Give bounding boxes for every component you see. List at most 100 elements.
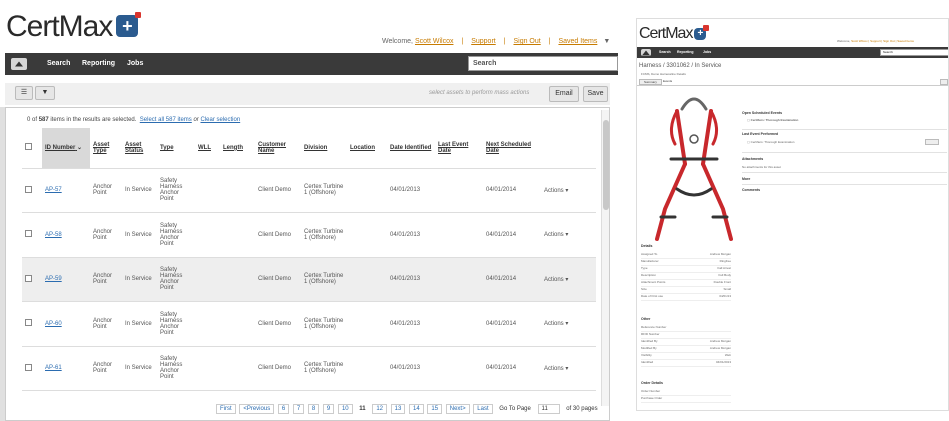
asset-type-cell: Anchor Point [90,212,122,258]
pager-page[interactable]: 7 [292,404,305,414]
home-icon[interactable] [11,58,27,70]
select-all-checkbox[interactable] [25,143,32,151]
filter-button[interactable]: ▼ [35,86,55,100]
goto-page-input[interactable]: 11 [537,404,560,414]
search-input[interactable]: Search [468,56,618,71]
asset-type-cell: Anchor Point [90,301,122,347]
pager-prev[interactable]: <Previous [239,404,275,414]
col-asset-status[interactable]: Asset Status [122,128,157,169]
actions-dropdown[interactable]: Actions ▾ [541,346,596,391]
caret-down-icon: ▾ [565,365,569,372]
support-link[interactable]: Support [471,38,496,45]
col-id-number[interactable]: ID Number ⌄ [42,128,90,169]
col-last-event-date[interactable]: Last Event Date [435,128,483,169]
clear-selection-link[interactable]: Clear selection [200,117,240,123]
user-name-link[interactable]: Scott Wilcox [415,38,454,45]
grid-view-button[interactable]: ☰ [15,86,33,100]
row-checkbox[interactable] [25,274,32,282]
asset-status-cell: In Service [122,346,157,391]
next-scheduled-cell: 04/01/2014 [483,212,541,258]
col-asset-type[interactable]: Asset Type [90,128,122,169]
row-checkbox[interactable] [25,185,32,193]
pager-last[interactable]: Last [473,404,493,414]
table-row: AP-59 Anchor Point In Service Safety Har… [22,257,596,302]
nav-search[interactable]: Search [659,50,671,54]
scheduled-event-item[interactable]: ▢ Certifiers: Thorough Examination [747,118,798,122]
pager-page[interactable]: 8 [307,404,320,414]
actions-dropdown[interactable]: Actions ▾ [541,301,596,347]
division-cell: Certex Turbine 1 (Offshore) [301,168,347,213]
pager-first[interactable]: First [216,404,236,414]
pager-next[interactable]: Next> [445,404,470,414]
col-division[interactable]: Division [301,128,347,169]
scrollbar-thumb[interactable] [603,120,609,210]
col-wll[interactable]: WLL [195,128,220,169]
tab-events[interactable]: Events [659,79,676,83]
pager-page[interactable]: 13 [390,404,406,414]
asset-id-link[interactable]: AP-58 [45,232,62,238]
asset-id-link[interactable]: AP-57 [45,187,62,193]
col-type[interactable]: Type [157,128,195,169]
results-scrollbar[interactable] [601,110,609,406]
results-toolbar: ☰ ▼ select assets to perform mass action… [5,83,610,105]
pager-page[interactable]: 10 [337,404,353,414]
logo-plus-icon: + [694,25,710,40]
grid-icon: ☰ [20,89,28,96]
col-location[interactable]: Location [347,128,387,169]
col-date-identified[interactable]: Date Identified [387,128,435,169]
search-input[interactable]: Search [880,49,948,56]
saved-items-link[interactable]: Saved Items [558,38,597,45]
nav-jobs[interactable]: Jobs [127,60,143,67]
asset-id-link[interactable]: AP-59 [45,276,62,282]
caret-down-icon: ▾ [565,321,569,328]
detail-row: Description Full Body [641,273,731,280]
length-cell [220,212,255,258]
col-next-scheduled-date[interactable]: Next Scheduled Date [483,128,541,169]
main-nav: Search Reporting Jobs Search [637,47,948,58]
asset-type-cell: Anchor Point [90,346,122,391]
select-all-link[interactable]: Select all 587 items [140,117,192,123]
nav-search[interactable]: Search [47,60,70,67]
other-list: Reference Number RFID Number Identified … [641,325,731,367]
nav-jobs[interactable]: Jobs [703,50,711,54]
type-cell: Safety Harness Anchor Point [157,301,195,347]
nav-reporting[interactable]: Reporting [677,50,694,54]
table-row: AP-61 Anchor Point In Service Safety Har… [22,346,596,391]
asset-id-link[interactable]: AP-61 [45,365,62,371]
type-cell: Safety Harness Anchor Point [157,212,195,258]
actions-dropdown[interactable]: Actions ▾ [541,257,596,302]
pager-page[interactable]: 9 [322,404,335,414]
col-customer-name[interactable]: Customer Name [255,128,301,169]
email-button[interactable]: Email [549,86,579,102]
edit-button[interactable] [940,79,948,85]
main-nav: Search Reporting Jobs Search [5,53,618,75]
welcome-text: Welcome, [382,38,413,45]
order-details-heading: Order Details [641,381,663,385]
sign-out-link[interactable]: Sign Out [513,38,540,45]
pager-page[interactable]: 12 [372,404,387,414]
col-length[interactable]: Length [220,128,255,169]
row-checkbox[interactable] [25,230,32,238]
assets-table: ID Number ⌄ Asset Type Asset Status Type… [22,128,596,391]
actions-dropdown[interactable]: Actions ▾ [541,168,596,213]
location-cell [347,301,387,347]
header-links: Welcome, Scott Wilcox | Support | Sign O… [837,39,914,43]
other-heading: Other [641,317,651,321]
chevron-down-icon[interactable]: ▼ [603,38,610,45]
pager-page[interactable]: 6 [277,404,290,414]
asset-status-cell: In Service [122,212,157,258]
last-event-heading: Last Event Performed [742,132,779,136]
save-button[interactable]: Save [583,86,608,102]
pager-page[interactable]: 14 [409,404,424,414]
last-event-cell [435,168,483,213]
asset-id-link[interactable]: AP-60 [45,321,62,327]
home-icon[interactable] [641,49,651,56]
row-checkbox[interactable] [25,363,32,371]
nav-reporting[interactable]: Reporting [82,60,115,67]
pager-page[interactable]: 15 [427,404,443,414]
row-checkbox[interactable] [25,319,32,327]
date-identified-cell: 04/01/2013 [387,346,435,391]
last-event-action-button[interactable] [925,139,939,145]
asset-detail-screen: CertMax + Welcome, Scott Wilcox | Support… [636,18,949,411]
actions-dropdown[interactable]: Actions ▾ [541,212,596,258]
